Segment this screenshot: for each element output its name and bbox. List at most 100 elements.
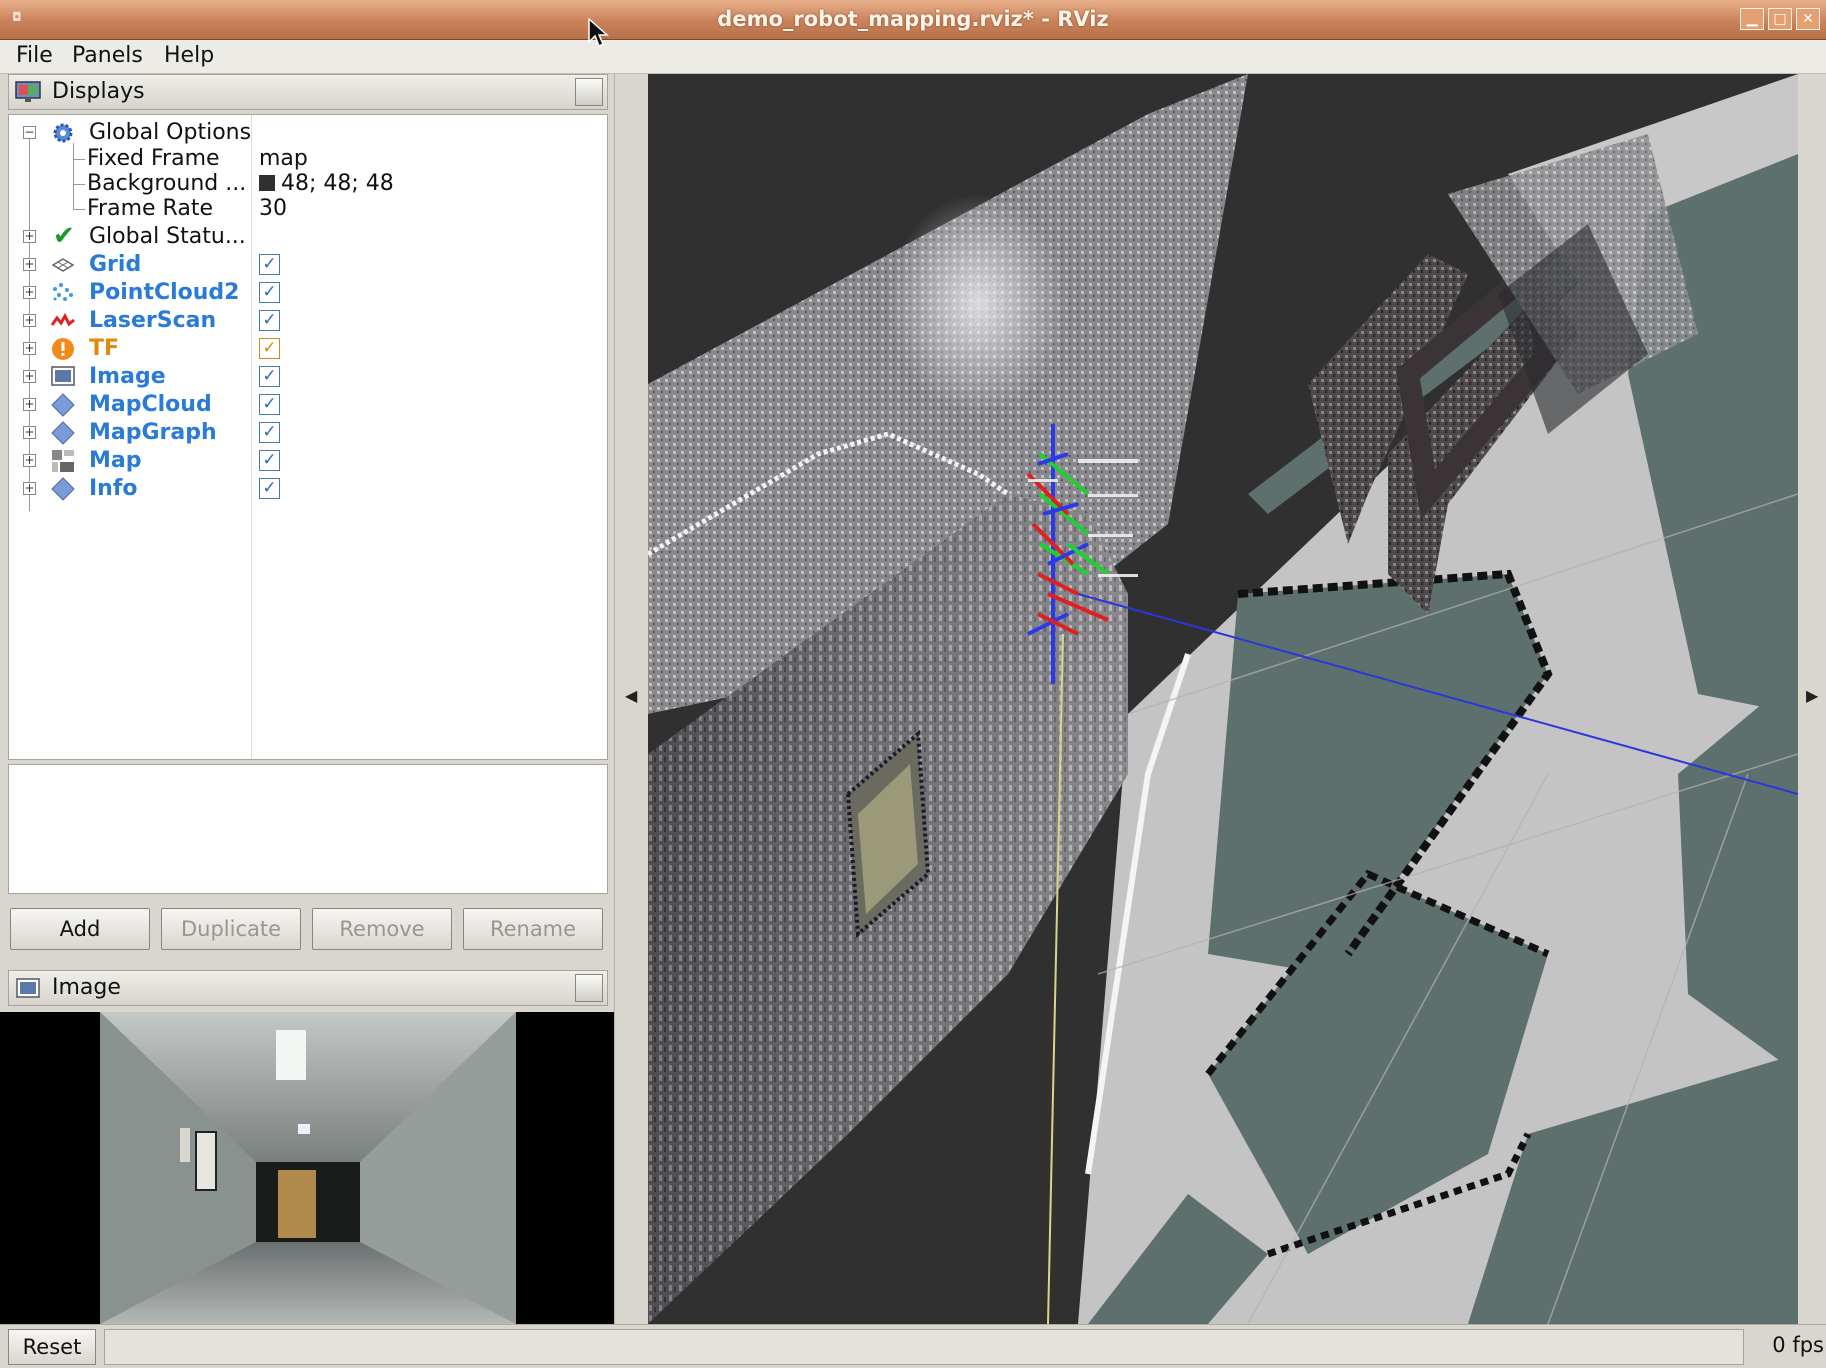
rename-button[interactable]: Rename <box>463 908 603 950</box>
collapse-left-arrow-icon[interactable]: ◀ <box>625 686 637 705</box>
collapse-icon[interactable]: − <box>23 126 36 139</box>
expand-icon[interactable]: + <box>23 286 36 299</box>
background-value: 48; 48; 48 <box>281 171 394 196</box>
rviz-3d-view[interactable] <box>648 74 1798 1324</box>
image-panel-header: Image <box>8 970 608 1006</box>
diamond-icon <box>51 477 75 501</box>
close-button[interactable]: ✕ <box>1796 8 1820 30</box>
tree-row-mapgraph[interactable]: + MapGraph ✓ <box>9 419 609 447</box>
diamond-icon <box>51 393 75 417</box>
image-icon <box>16 978 40 998</box>
menu-panels[interactable]: Panels <box>72 43 143 68</box>
property-description-area <box>8 764 608 894</box>
expand-right-arrow-icon[interactable]: ▶ <box>1806 686 1818 705</box>
diamond-icon <box>51 421 75 445</box>
display-label-tf: TF <box>89 336 120 361</box>
panel-float-button[interactable] <box>575 78 603 106</box>
tree-row-frame-rate[interactable]: Frame Rate 30 <box>9 195 609 223</box>
tree-row-fixed-frame[interactable]: Fixed Frame map <box>9 145 609 173</box>
display-label-mapcloud: MapCloud <box>89 392 212 417</box>
fixed-frame-value[interactable]: map <box>259 146 308 171</box>
display-label-mapgraph: MapGraph <box>89 420 217 445</box>
expand-icon[interactable]: + <box>23 426 36 439</box>
gear-icon <box>53 123 73 143</box>
color-swatch <box>259 175 275 191</box>
tree-row-laserscan[interactable]: + LaserScan ✓ <box>9 307 609 335</box>
checkbox-laserscan[interactable]: ✓ <box>259 310 280 331</box>
menu-file[interactable]: File <box>16 43 53 68</box>
tree-row-grid[interactable]: + Grid ✓ <box>9 251 609 279</box>
display-label-map: Map <box>89 448 142 473</box>
fixed-frame-label: Fixed Frame <box>87 146 220 171</box>
remove-button[interactable]: Remove <box>312 908 452 950</box>
mouse-cursor-icon <box>588 18 609 48</box>
reset-button[interactable]: Reset <box>8 1329 96 1365</box>
displays-panel-header: Displays <box>8 74 608 110</box>
tree-row-global-status[interactable]: + ✔ Global Statu... <box>9 223 609 251</box>
window-title-bar: ◘ demo_robot_mapping.rviz* - RViz ▁ □ ✕ <box>0 0 1826 40</box>
displays-tree[interactable]: − Global Options Fixed Frame map Backgro… <box>8 114 608 760</box>
add-button[interactable]: Add <box>10 908 150 950</box>
camera-image-view <box>0 1012 614 1324</box>
display-label-image: Image <box>89 364 166 389</box>
tree-row-info[interactable]: + Info ✓ <box>9 475 609 503</box>
background-value-cell[interactable]: 48; 48; 48 <box>259 171 394 196</box>
tree-row-background[interactable]: Background ... 48; 48; 48 <box>9 170 609 198</box>
expand-icon[interactable]: + <box>23 258 36 271</box>
tree-row-image[interactable]: + Image ✓ <box>9 363 609 391</box>
frame-rate-label: Frame Rate <box>87 196 213 221</box>
tree-row-map[interactable]: + Map ✓ <box>9 447 609 475</box>
status-message-field <box>104 1329 1744 1365</box>
duplicate-button[interactable]: Duplicate <box>161 908 301 950</box>
checkbox-grid[interactable]: ✓ <box>259 254 280 275</box>
image-icon <box>51 366 75 386</box>
frame-rate-value[interactable]: 30 <box>259 196 287 221</box>
display-label-grid: Grid <box>89 252 142 277</box>
display-label-pointcloud2: PointCloud2 <box>89 280 240 305</box>
maximize-button[interactable]: □ <box>1768 8 1792 30</box>
global-options-label: Global Options <box>89 120 252 145</box>
expand-icon[interactable]: + <box>23 342 36 355</box>
checkbox-tf[interactable]: ✓ <box>259 338 280 359</box>
warning-icon <box>52 338 74 360</box>
expand-icon[interactable]: + <box>23 314 36 327</box>
menu-help[interactable]: Help <box>164 43 214 68</box>
expand-icon[interactable]: + <box>23 370 36 383</box>
status-bar: Reset 0 fps <box>0 1324 1826 1368</box>
checkbox-info[interactable]: ✓ <box>259 478 280 499</box>
checkbox-image[interactable]: ✓ <box>259 366 280 387</box>
expand-icon[interactable]: + <box>23 482 36 495</box>
minimize-button[interactable]: ▁ <box>1740 8 1764 30</box>
panel-float-button[interactable] <box>575 974 603 1002</box>
hallway-camera-image <box>0 1012 614 1324</box>
tree-row-mapcloud[interactable]: + MapCloud ✓ <box>9 391 609 419</box>
display-label-laserscan: LaserScan <box>89 308 217 333</box>
displays-button-bar: Add Duplicate Remove Rename <box>8 908 612 952</box>
checkbox-mapgraph[interactable]: ✓ <box>259 422 280 443</box>
global-status-label: Global Statu... <box>89 224 246 249</box>
checkbox-map[interactable]: ✓ <box>259 450 280 471</box>
expand-icon[interactable]: + <box>23 230 36 243</box>
render-3d-scene <box>648 74 1798 1324</box>
pointcloud-icon <box>53 283 73 301</box>
dock-splitter[interactable]: ◀ <box>614 74 648 1324</box>
tree-row-pointcloud2[interactable]: + PointCloud2 ✓ <box>9 279 609 307</box>
image-panel-title: Image <box>52 975 121 1000</box>
tree-row-global-options[interactable]: − Global Options <box>9 119 609 147</box>
expand-icon[interactable]: + <box>23 398 36 411</box>
tree-row-tf[interactable]: + TF ✓ <box>9 335 609 363</box>
display-label-info: Info <box>89 476 138 501</box>
checkmark-icon: ✔ <box>53 221 75 251</box>
expand-icon[interactable]: + <box>23 454 36 467</box>
fps-readout: 0 fps <box>1772 1333 1824 1357</box>
monitor-icon <box>15 81 41 102</box>
laserscan-icon <box>51 312 75 327</box>
background-label: Background ... <box>87 171 247 196</box>
window-title: demo_robot_mapping.rviz* - RViz <box>717 7 1109 31</box>
checkbox-pointcloud2[interactable]: ✓ <box>259 282 280 303</box>
grid-icon <box>51 258 75 272</box>
checkbox-mapcloud[interactable]: ✓ <box>259 394 280 415</box>
menu-bar: File Panels Help <box>0 40 1826 74</box>
right-dock-strip[interactable]: ▶ <box>1798 74 1826 1324</box>
map-icon <box>52 450 74 472</box>
